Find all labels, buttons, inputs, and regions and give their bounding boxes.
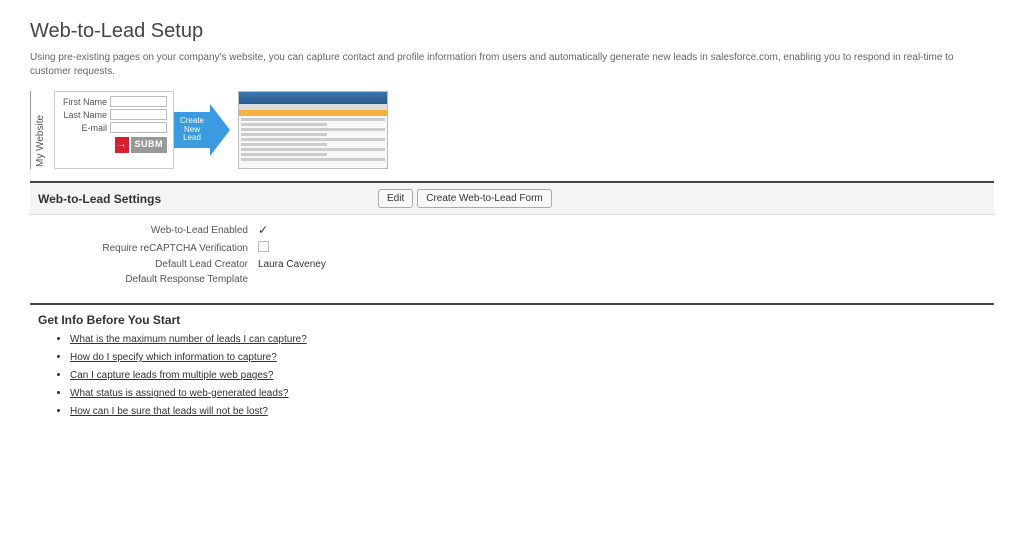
info-link[interactable]: How do I specify which information to ca…	[70, 352, 277, 363]
illustration-block: My Website First Name Last Name E-mail →…	[30, 91, 994, 169]
mini-submit-button: SUBM	[131, 137, 168, 153]
crm-topbar	[239, 92, 387, 104]
mini-form-row: E-mail	[61, 122, 167, 133]
mini-arrow-icon: →	[115, 137, 129, 153]
setting-row-recaptcha: Require reCAPTCHA Verification	[38, 241, 986, 255]
info-link[interactable]: What status is assigned to web-generated…	[70, 388, 288, 399]
info-title: Get Info Before You Start	[30, 305, 994, 333]
illustration-sidelabel: My Website	[30, 91, 50, 169]
setting-value-recaptcha	[258, 241, 269, 255]
info-link[interactable]: Can I capture leads from multiple web pa…	[70, 370, 273, 381]
mini-form-label-lastname: Last Name	[61, 110, 107, 120]
setting-value-enabled: ✓	[258, 223, 268, 237]
info-link-item: What status is assigned to web-generated…	[70, 387, 994, 399]
setting-value-creator: Laura Caveney	[258, 259, 326, 270]
setting-label: Default Response Template	[38, 274, 258, 285]
mini-form-label-firstname: First Name	[61, 97, 107, 107]
illustration-mini-form: First Name Last Name E-mail → SUBM	[54, 91, 174, 169]
crm-screenshot	[238, 91, 388, 169]
setting-label: Web-to-Lead Enabled	[38, 225, 258, 236]
checkbox-empty-icon	[258, 241, 269, 252]
edit-button[interactable]: Edit	[378, 189, 413, 208]
check-icon: ✓	[258, 223, 268, 237]
info-link-item: What is the maximum number of leads I ca…	[70, 333, 994, 345]
setting-row-enabled: Web-to-Lead Enabled ✓	[38, 223, 986, 237]
arrow-label: Create New Lead	[174, 112, 210, 148]
page-title: Web-to-Lead Setup	[30, 20, 994, 43]
setting-label: Require reCAPTCHA Verification	[38, 243, 258, 254]
settings-buttons: Edit Create Web-to-Lead Form	[378, 189, 552, 208]
crm-body	[239, 116, 387, 168]
arrow-icon: Create New Lead	[174, 91, 232, 169]
info-list: What is the maximum number of leads I ca…	[30, 333, 994, 417]
arrow-head-icon	[210, 104, 230, 156]
setting-label: Default Lead Creator	[38, 259, 258, 270]
mini-form-input-firstname	[110, 96, 167, 107]
page-description: Using pre-existing pages on your company…	[30, 51, 994, 79]
mini-submit-row: → SUBM	[61, 137, 167, 153]
info-link-item: Can I capture leads from multiple web pa…	[70, 369, 994, 381]
settings-title: Web-to-Lead Settings	[38, 192, 378, 206]
info-link[interactable]: How can I be sure that leads will not be…	[70, 406, 268, 417]
create-form-button[interactable]: Create Web-to-Lead Form	[417, 189, 552, 208]
mini-form-row: Last Name	[61, 109, 167, 120]
mini-form-row: First Name	[61, 96, 167, 107]
setting-row-template: Default Response Template	[38, 274, 986, 285]
mini-form-input-email	[110, 122, 167, 133]
mini-form-input-lastname	[110, 109, 167, 120]
info-link-item: How do I specify which information to ca…	[70, 351, 994, 363]
settings-body: Web-to-Lead Enabled ✓ Require reCAPTCHA …	[30, 215, 994, 301]
info-link[interactable]: What is the maximum number of leads I ca…	[70, 334, 307, 345]
mini-form-label-email: E-mail	[61, 123, 107, 133]
settings-header: Web-to-Lead Settings Edit Create Web-to-…	[30, 183, 994, 215]
setting-row-creator: Default Lead Creator Laura Caveney	[38, 259, 986, 270]
info-link-item: How can I be sure that leads will not be…	[70, 405, 994, 417]
